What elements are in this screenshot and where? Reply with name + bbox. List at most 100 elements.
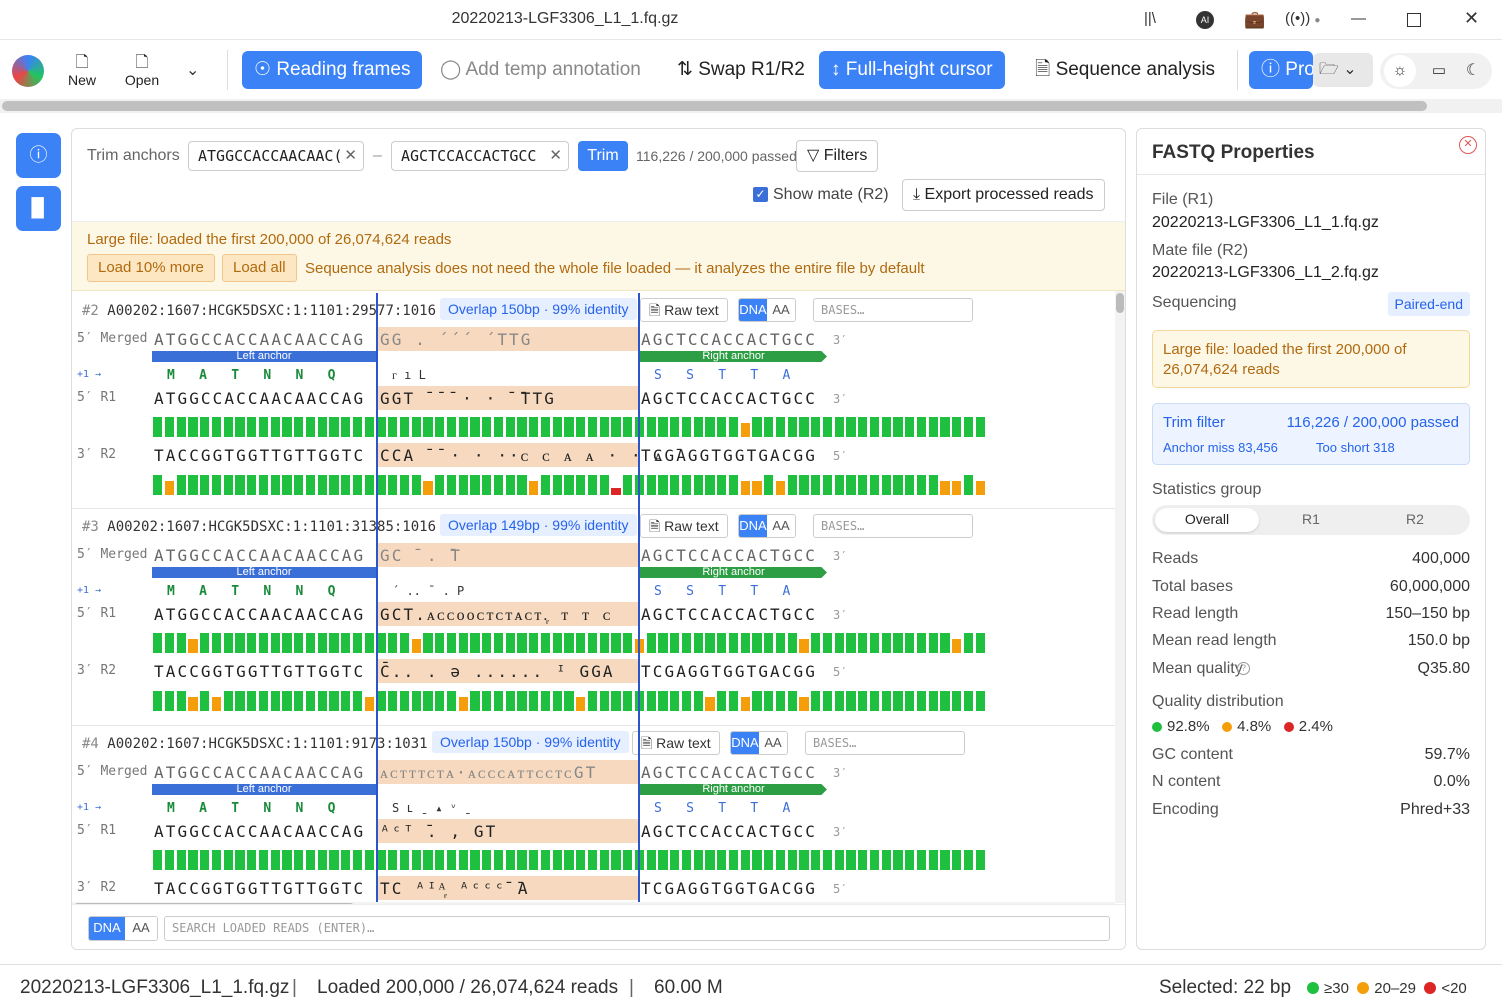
aa-toggle[interactable]: AA	[759, 732, 787, 754]
search-dna-toggle[interactable]: DNA	[89, 917, 125, 940]
quality-bar	[799, 475, 809, 495]
cursor-line-start[interactable]	[376, 293, 378, 902]
raw-text-button[interactable]: 🗎 Raw text	[640, 514, 728, 538]
sequence-analysis-button[interactable]: 🗎 Sequence analysis	[1023, 51, 1227, 89]
cursor-line-end[interactable]	[638, 293, 640, 902]
reads-vscroll-track	[1115, 291, 1125, 903]
quality-bar	[235, 850, 245, 870]
search-aa-toggle[interactable]: AA	[125, 917, 157, 940]
load-all-button[interactable]: Load all	[222, 254, 297, 282]
clear-icon[interactable]: ✕	[344, 142, 357, 170]
quality-bar	[176, 417, 186, 437]
tab-overall[interactable]: Overall	[1155, 511, 1259, 527]
divider	[1237, 50, 1238, 90]
open-button[interactable]: 🗋 Open	[120, 54, 164, 88]
folder-dropdown[interactable]: 🗁 ⌄	[1313, 53, 1373, 87]
end-label: 5′	[833, 665, 848, 679]
maximize-icon[interactable]	[1407, 13, 1421, 27]
quality-bar	[693, 850, 703, 870]
quality-bar	[352, 633, 363, 653]
moon-icon[interactable]: ☾	[1460, 55, 1486, 87]
quality-bar	[740, 423, 750, 437]
quality-bar	[223, 633, 233, 653]
pro-button[interactable]: ⓘ Pro	[1249, 51, 1313, 89]
quality-bar	[681, 691, 692, 711]
anchor-separator: –	[373, 147, 382, 164]
library-icon[interactable]: ||\	[1144, 10, 1156, 27]
status-file: 20220213-LGF3306_L1_1.fq.gz	[20, 977, 290, 998]
quality-bar	[858, 475, 868, 495]
quality-bar	[728, 691, 739, 711]
quality-bar	[740, 481, 750, 495]
full-height-cursor-button[interactable]: ↕ Full-height cursor	[819, 51, 1005, 89]
show-mate-checkbox[interactable]: ✓	[753, 187, 768, 202]
document-icon: 🗎	[1035, 59, 1051, 80]
trim-button[interactable]: Trim	[578, 141, 628, 171]
broadcast-icon[interactable]: ((•)) ●	[1285, 10, 1320, 27]
new-button[interactable]: 🗋 New	[60, 54, 104, 88]
chevron-down-icon[interactable]: ⌄	[186, 60, 199, 80]
quality-bar	[153, 850, 163, 870]
read-id[interactable]: #2 A00202:1607:HCGK5DSXC:1:1101:29577:10…	[82, 303, 436, 319]
reads-vscrollbar[interactable]	[1116, 293, 1124, 313]
download-icon: ⤓	[913, 186, 921, 203]
document-icon: 🗎	[649, 302, 661, 318]
quality-bar	[329, 691, 339, 711]
close-window-icon[interactable]: ✕	[1464, 8, 1479, 29]
quality-bar	[317, 475, 327, 495]
mate-file-label: Mate file (R2)	[1152, 242, 1249, 259]
quality-bar	[446, 475, 457, 495]
export-button[interactable]: ⤓ Export processed reads	[902, 179, 1105, 211]
right-anchor-input[interactable]: AGCTCCACCACTGCC ✕	[391, 141, 569, 171]
reading-frames-button[interactable]: ☉ Reading frames	[242, 51, 423, 89]
raw-text-button[interactable]: 🗎 Raw text	[640, 298, 728, 322]
new-file-icon: 🗋	[75, 54, 89, 71]
stats-panel-button[interactable]: ▉	[16, 186, 61, 231]
close-panel-icon[interactable]: ✕	[1459, 136, 1477, 154]
quality-bar	[893, 850, 903, 870]
ai-icon[interactable]: AI	[1196, 11, 1214, 29]
monitor-icon[interactable]: ▭	[1426, 55, 1452, 87]
quality-bar	[211, 850, 222, 870]
minimize-icon[interactable]: —	[1351, 10, 1366, 27]
load-more-button[interactable]: Load 10% more	[87, 254, 215, 282]
briefcase-icon[interactable]: 💼	[1244, 10, 1265, 30]
file-label: File (R1)	[1152, 191, 1214, 208]
quality-bar	[247, 475, 257, 495]
tab-r1[interactable]: R1	[1259, 511, 1363, 527]
search-reads-input[interactable]: SEARCH LOADED READS (ENTER)…	[164, 916, 1110, 941]
dna-toggle[interactable]: DNA	[739, 299, 767, 321]
quality-bar	[411, 639, 421, 653]
left-anchor-input[interactable]: ATGGCCACCAACAAC(✕	[188, 141, 364, 171]
tab-r2[interactable]: R2	[1363, 511, 1467, 527]
sun-icon[interactable]: ☼	[1384, 55, 1416, 87]
merged-seq-right: AGCTCCACCACTGCC	[641, 763, 817, 782]
quality-bar	[764, 850, 774, 870]
r1-seq-right: AGCTCCACCACTGCC	[641, 605, 817, 624]
aa-toggle[interactable]: AA	[767, 515, 795, 537]
aa-toggle[interactable]: AA	[767, 299, 795, 321]
quality-bar	[482, 691, 492, 711]
info-panel-button[interactable]: ⓘ	[16, 133, 61, 178]
dna-toggle[interactable]: DNA	[739, 515, 767, 537]
filters-button[interactable]: ▽ Filters	[796, 140, 879, 172]
bases-input[interactable]: BASES…	[813, 514, 973, 538]
bases-input[interactable]: BASES…	[805, 731, 965, 755]
end-label: 3′	[833, 608, 848, 622]
toolbar-scrollbar[interactable]	[2, 101, 1427, 111]
clear-icon[interactable]: ✕	[549, 142, 562, 170]
help-icon[interactable]: ?	[1237, 662, 1250, 675]
quality-bar	[470, 633, 480, 653]
raw-text-button[interactable]: 🗎 Raw text	[632, 731, 720, 755]
r1-seq-left: ATGGCCACCAACAACCAG	[154, 822, 366, 841]
quality-bar	[517, 850, 527, 870]
add-temp-annotation-button[interactable]: ◯ Add temp annotation	[428, 51, 653, 89]
dna-toggle[interactable]: DNA	[731, 732, 759, 754]
quality-high: 92.8%	[1152, 718, 1210, 735]
bases-input[interactable]: BASES…	[813, 298, 973, 322]
read-id[interactable]: #3 A00202:1607:HCGK5DSXC:1:1101:31385:10…	[82, 519, 436, 535]
quality-bar	[787, 691, 797, 711]
swap-button[interactable]: ⇅ Swap R1/R2	[665, 51, 817, 89]
quality-bar	[435, 475, 445, 495]
quality-bar	[223, 691, 233, 711]
